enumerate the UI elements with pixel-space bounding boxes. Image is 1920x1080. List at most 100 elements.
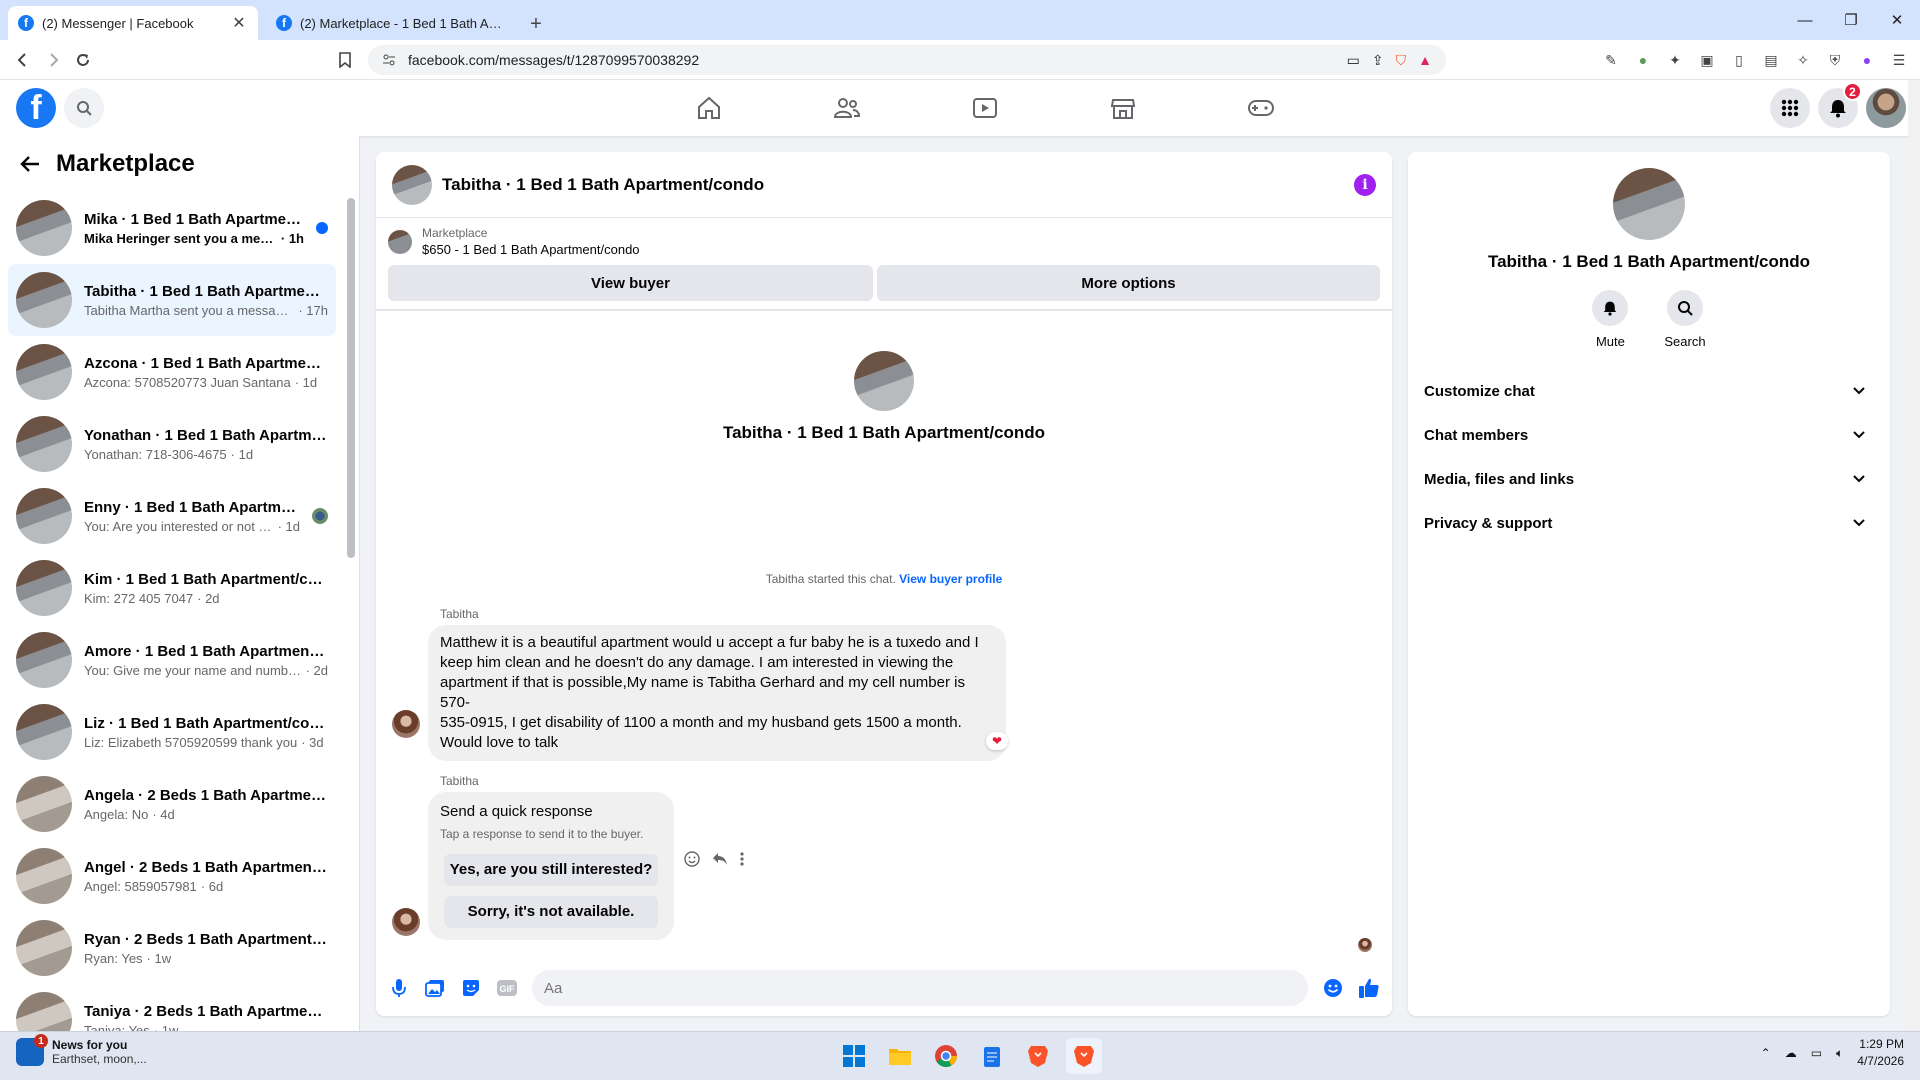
menu-button[interactable]: [1770, 88, 1810, 128]
cast-icon[interactable]: ▭: [1347, 52, 1360, 69]
sender-avatar[interactable]: [392, 908, 420, 936]
leo-ai-icon[interactable]: ✧: [1792, 49, 1814, 71]
view-buyer-profile-link[interactable]: View buyer profile: [899, 572, 1002, 586]
quick-reply-no-button[interactable]: Sorry, it's not available.: [444, 896, 658, 928]
heart-reaction-icon[interactable]: ❤: [986, 732, 1008, 750]
conversation-item[interactable]: Kim · 1 Bed 1 Bath Apartment/condo Kim: 2…: [8, 552, 336, 624]
news-widget[interactable]: 1 News for you Earthset, moon,...: [16, 1034, 147, 1066]
conversation-item[interactable]: Azcona · 1 Bed 1 Bath Apartment/condo Azc…: [8, 336, 336, 408]
back-icon[interactable]: [8, 45, 38, 75]
extension-icon[interactable]: ✎: [1600, 49, 1622, 71]
sidebar-toggle-icon[interactable]: ▯: [1728, 49, 1750, 71]
media-files-links-section[interactable]: Media, files and links: [1416, 457, 1882, 501]
conversation-item[interactable]: Yonathan · 1 Bed 1 Bath Apartment/condo Y…: [8, 408, 336, 480]
conversation-item[interactable]: Enny · 1 Bed 1 Bath Apartment/condo You: …: [8, 480, 336, 552]
listing-title[interactable]: $650 - 1 Bed 1 Bath Apartment/condo: [422, 242, 640, 257]
chevron-up-icon[interactable]: ⌃: [1761, 1046, 1771, 1060]
video-icon[interactable]: [916, 80, 1054, 136]
listing-thumbnail[interactable]: [388, 229, 412, 254]
site-info-icon[interactable]: [382, 53, 396, 67]
conversation-item[interactable]: Taniya · 2 Beds 1 Bath Apartment/condo Ta…: [8, 984, 336, 1031]
extensions-puzzle-icon[interactable]: ✦: [1664, 49, 1686, 71]
chrome-icon[interactable]: [928, 1038, 964, 1074]
like-thumb-icon[interactable]: [1358, 977, 1380, 999]
conversation-item[interactable]: Ryan · 2 Beds 1 Bath Apartment/condo Ryan…: [8, 912, 336, 984]
vpn-icon[interactable]: ⛨: [1824, 49, 1846, 71]
network-icon[interactable]: ▭: [1811, 1046, 1822, 1060]
maximize-icon[interactable]: ❐: [1828, 0, 1874, 40]
home-icon[interactable]: [640, 80, 778, 136]
search-in-chat-button[interactable]: Search: [1664, 290, 1706, 349]
account-avatar[interactable]: [1866, 88, 1906, 128]
view-buyer-button[interactable]: View buyer: [388, 265, 874, 301]
marketplace-icon[interactable]: [1054, 80, 1192, 136]
reply-icon[interactable]: [712, 852, 728, 866]
photo-icon[interactable]: [424, 977, 446, 999]
menu-icon[interactable]: ☰: [1888, 49, 1910, 71]
preview-text: Ryan: Yes: [84, 950, 143, 966]
facebook-logo-icon[interactable]: f: [16, 88, 56, 128]
facebook-header: f 2: [0, 80, 1920, 136]
intro-avatar[interactable]: [854, 351, 914, 411]
sidebar-scrollbar[interactable]: [347, 186, 355, 1026]
privacy-support-section[interactable]: Privacy & support: [1416, 501, 1882, 545]
gif-icon[interactable]: GIF: [496, 977, 518, 999]
conversation-avatar: [16, 560, 72, 616]
profile-icon[interactable]: ●: [1856, 49, 1878, 71]
wallet-icon[interactable]: ▤: [1760, 49, 1782, 71]
chat-title[interactable]: Tabitha · 1 Bed 1 Bath Apartment/condo: [442, 175, 1344, 195]
reload-icon[interactable]: [68, 45, 98, 75]
brave-active-icon[interactable]: [1066, 1038, 1102, 1074]
conversation-item[interactable]: Angel · 2 Beds 1 Bath Apartment/condo Ang…: [8, 840, 336, 912]
volume-icon[interactable]: 🔈︎: [1836, 1046, 1843, 1061]
scrollbar-thumb[interactable]: [347, 198, 355, 558]
bookmark-icon[interactable]: [330, 45, 360, 75]
onedrive-icon[interactable]: ☁: [1785, 1046, 1797, 1060]
brave-icon[interactable]: [1020, 1038, 1056, 1074]
message-bubble[interactable]: Matthew it is a beautiful apartment woul…: [428, 625, 1006, 761]
more-options-button[interactable]: More options: [877, 265, 1380, 301]
mute-button[interactable]: Mute: [1592, 290, 1629, 349]
friends-icon[interactable]: [778, 80, 916, 136]
address-bar[interactable]: facebook.com/messages/t/1287099570038292…: [368, 45, 1446, 75]
conversation-item[interactable]: Amore · 1 Bed 1 Bath Apartment/condo You:…: [8, 624, 336, 696]
microphone-icon[interactable]: [388, 977, 410, 999]
info-avatar[interactable]: [1613, 168, 1685, 240]
notepad-icon[interactable]: [974, 1038, 1010, 1074]
notifications-button[interactable]: 2: [1818, 82, 1862, 128]
message-input[interactable]: [532, 970, 1308, 1006]
emoji-icon[interactable]: [1322, 977, 1344, 999]
react-emoji-icon[interactable]: [684, 851, 700, 867]
clock[interactable]: 1:29 PM 4/7/2026: [1857, 1036, 1904, 1070]
sender-avatar[interactable]: [392, 710, 420, 738]
quick-reply-yes-button[interactable]: Yes, are you still interested?: [444, 854, 658, 886]
windows-start-icon[interactable]: [836, 1038, 872, 1074]
conversation-item[interactable]: Angela · 2 Beds 1 Bath Apartment/condo An…: [8, 768, 336, 840]
forward-icon[interactable]: [38, 45, 68, 75]
page-scrollbar[interactable]: [1908, 80, 1920, 1031]
sticker-icon[interactable]: [460, 977, 482, 999]
file-explorer-icon[interactable]: [882, 1038, 918, 1074]
close-tab-icon[interactable]: ✕: [230, 13, 248, 33]
brave-shield-icon[interactable]: ⛉: [1396, 52, 1407, 69]
chat-members-section[interactable]: Chat members: [1416, 413, 1882, 457]
extension-icon[interactable]: ▣: [1696, 49, 1718, 71]
close-window-icon[interactable]: ✕: [1874, 0, 1920, 40]
share-icon[interactable]: ⇪: [1372, 52, 1384, 69]
conversation-item[interactable]: Mika · 1 Bed 1 Bath Apartment/condo Mika …: [8, 192, 336, 264]
back-arrow-icon[interactable]: [20, 155, 40, 173]
gaming-icon[interactable]: [1192, 80, 1330, 136]
brave-rewards-icon[interactable]: ▲: [1418, 52, 1432, 68]
search-button[interactable]: [64, 88, 104, 128]
tab-messenger[interactable]: f (2) Messenger | Facebook ✕: [8, 6, 258, 40]
more-actions-icon[interactable]: [740, 852, 744, 866]
tab-marketplace[interactable]: f (2) Marketplace - 1 Bed 1 Bath Apartme…: [266, 6, 516, 40]
minimize-icon[interactable]: —: [1782, 0, 1828, 40]
info-icon[interactable]: i: [1354, 173, 1376, 196]
customize-chat-section[interactable]: Customize chat: [1416, 369, 1882, 413]
extension-icon[interactable]: ●: [1632, 49, 1654, 71]
chat-avatar[interactable]: [392, 164, 432, 205]
conversation-item[interactable]: Tabitha · 1 Bed 1 Bath Apartment/condo Ta…: [8, 264, 336, 336]
new-tab-icon[interactable]: +: [520, 8, 552, 40]
conversation-item[interactable]: Liz · 1 Bed 1 Bath Apartment/condo Liz: E…: [8, 696, 336, 768]
